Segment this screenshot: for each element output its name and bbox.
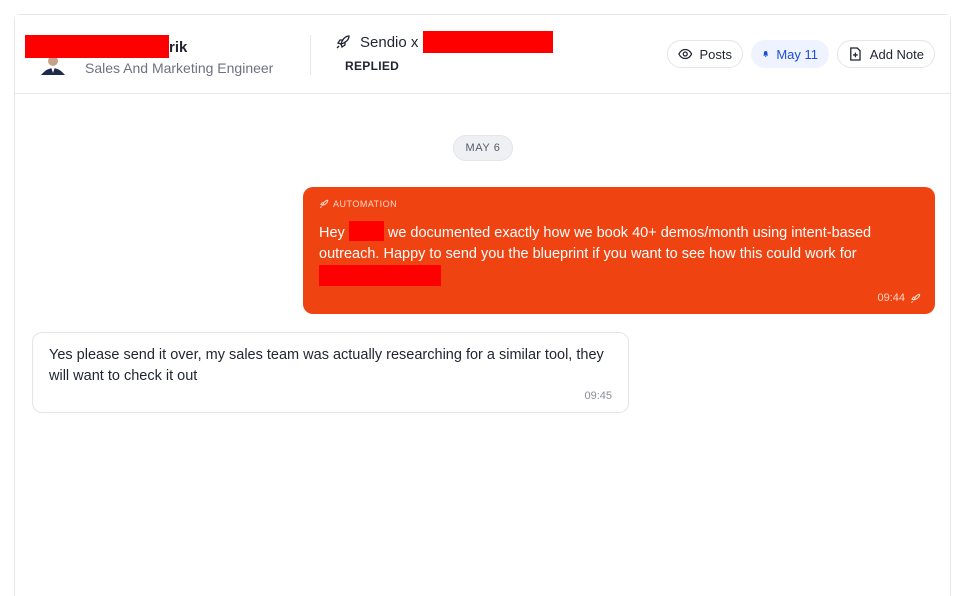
rocket-icon bbox=[336, 35, 350, 49]
add-note-button[interactable]: Add Note bbox=[837, 40, 935, 68]
outgoing-message-meta: 09:44 bbox=[877, 292, 921, 304]
header-divider bbox=[310, 35, 311, 75]
reminder-date-label: May 11 bbox=[776, 46, 818, 62]
rocket-icon bbox=[910, 293, 921, 303]
contact-name-text: rik bbox=[169, 39, 188, 56]
campaign-status: REPLIED bbox=[345, 59, 400, 73]
outgoing-body: we documented exactly how we book 40+ de… bbox=[319, 225, 872, 262]
outgoing-message: AUTOMATION Hey we documented exactly how… bbox=[303, 187, 935, 314]
outgoing-greeting: Hey bbox=[319, 225, 345, 241]
reminder-date-button[interactable]: May 11 bbox=[751, 40, 829, 68]
add-note-label: Add Note bbox=[869, 46, 924, 62]
add-note-icon bbox=[850, 47, 861, 61]
rocket-icon bbox=[319, 199, 329, 209]
redaction-block bbox=[25, 35, 169, 58]
campaign-prefix: Sendio x bbox=[360, 33, 419, 51]
conversation-header: rik Sales And Marketing Engineer Sendio … bbox=[15, 15, 950, 94]
avatar[interactable] bbox=[39, 55, 67, 75]
redaction-block bbox=[319, 265, 441, 286]
posts-button[interactable]: Posts bbox=[667, 40, 743, 68]
automation-tag-label: AUTOMATION bbox=[333, 199, 398, 209]
incoming-time: 09:45 bbox=[584, 390, 612, 402]
contact-role: Sales And Marketing Engineer bbox=[85, 60, 274, 76]
contact-name: rik bbox=[25, 35, 187, 58]
date-divider: MAY 6 bbox=[453, 135, 513, 161]
automation-tag: AUTOMATION bbox=[319, 199, 397, 209]
bell-icon bbox=[763, 51, 769, 58]
outgoing-time: 09:44 bbox=[877, 292, 905, 304]
incoming-message-text: Yes please send it over, my sales team w… bbox=[49, 347, 604, 384]
posts-label: Posts bbox=[699, 46, 732, 62]
conversation-panel: rik Sales And Marketing Engineer Sendio … bbox=[14, 14, 951, 596]
redaction-block bbox=[348, 221, 384, 241]
eye-icon bbox=[678, 48, 693, 60]
outgoing-message-text: Hey we documented exactly how we book 40… bbox=[319, 221, 919, 289]
redaction-block bbox=[423, 31, 554, 53]
incoming-message: Yes please send it over, my sales team w… bbox=[32, 332, 629, 413]
campaign-name: Sendio x bbox=[335, 31, 554, 53]
